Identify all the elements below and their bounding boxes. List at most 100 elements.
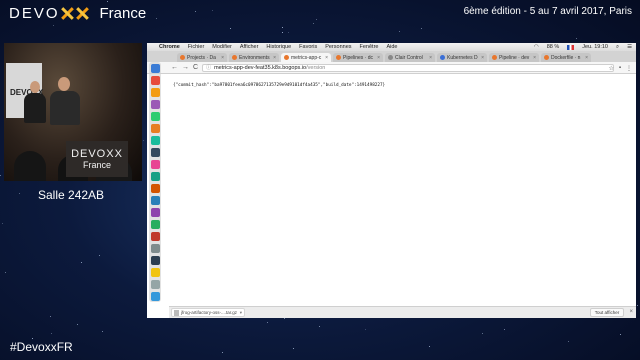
tab-label: Environments <box>239 54 270 61</box>
star-dot <box>316 18 318 20</box>
x-mark-icon <box>61 7 74 20</box>
tab-close-icon[interactable]: × <box>377 55 380 61</box>
tab-close-icon[interactable]: × <box>481 55 484 61</box>
dock-app-icon[interactable] <box>150 220 160 229</box>
search-icon[interactable]: ⌕ <box>616 44 619 51</box>
dock-app-icon[interactable] <box>150 292 160 301</box>
chevron-down-icon[interactable]: ▾ <box>240 310 242 316</box>
menu-historique[interactable]: Historique <box>266 44 291 50</box>
reload-button[interactable]: C <box>193 64 198 71</box>
macos-menubar: Chrome Fichier Modifier Afficher Histori… <box>147 43 636 51</box>
browser-tab[interactable]: Kubernetes D × <box>437 53 487 62</box>
tab-close-icon[interactable]: × <box>585 55 588 61</box>
dock-app-icon[interactable] <box>150 184 160 193</box>
star-dot <box>266 321 268 323</box>
dock-app-icon[interactable] <box>150 196 160 205</box>
browser-tab[interactable]: Environments × <box>229 53 279 62</box>
star-dot <box>293 348 295 350</box>
brand-france-text: France <box>99 4 147 22</box>
star-dot <box>142 140 144 142</box>
dock-app-icon[interactable] <box>150 172 160 181</box>
star-dot <box>76 323 78 325</box>
tab-close-icon[interactable]: × <box>325 55 328 61</box>
tab-label: metrics-app-c <box>291 54 322 61</box>
star-dot <box>319 326 321 328</box>
star-dot <box>98 254 100 256</box>
menu-fichier[interactable]: Fichier <box>188 44 205 50</box>
browser-tab[interactable]: Pipeline · dev × <box>489 53 539 62</box>
clock[interactable]: Jeu. 19:10 <box>582 44 608 50</box>
menu-aide[interactable]: Aide <box>386 44 397 50</box>
browser-tab[interactable]: metrics-app-c × <box>281 53 331 62</box>
devoxx-logo: DEVO France <box>9 4 146 22</box>
close-icon[interactable]: × <box>629 309 633 315</box>
dock-app-icon[interactable] <box>150 160 160 169</box>
tab-label: Kubernetes D <box>447 54 478 61</box>
stage-banner: DEVOXX France <box>66 141 128 177</box>
star-dot <box>0 175 2 177</box>
browser-tab[interactable]: Pipelines · dc × <box>333 53 383 62</box>
tab-close-icon[interactable]: × <box>429 55 432 61</box>
star-dot <box>155 18 157 20</box>
browser-tab[interactable]: Dockerfile · n × <box>541 53 591 62</box>
list-icon[interactable]: ☰ <box>627 44 632 50</box>
dock-app-icon[interactable] <box>150 256 160 265</box>
speaker-1 <box>24 93 46 123</box>
menu-fenetre[interactable]: Fenêtre <box>360 44 379 50</box>
dock-app-icon[interactable] <box>150 124 160 133</box>
downloads-bar: jfrog-artifactory-oss-....tar.gz ▾ Tout … <box>169 306 636 318</box>
laptop-screen: Chrome Fichier Modifier Afficher Histori… <box>147 43 636 318</box>
star-dot <box>2 223 4 225</box>
address-bar[interactable]: ⓘ metrics-app-dev-feat35.k8s.bogops.io/v… <box>202 63 614 72</box>
battery-status[interactable]: 88 % <box>547 44 560 50</box>
tab-close-icon[interactable]: × <box>533 55 536 61</box>
download-item[interactable]: jfrog-artifactory-oss-....tar.gz ▾ <box>171 308 245 317</box>
star-icon[interactable]: ☆ <box>608 65 613 72</box>
star-dot <box>53 24 55 26</box>
menu-chrome[interactable]: Chrome <box>159 44 180 50</box>
menu-favoris[interactable]: Favoris <box>299 44 317 50</box>
menu-kebab-icon[interactable]: ⋮ <box>626 65 632 72</box>
json-response: {"commit_hash":"ba97801feea6c09786271357… <box>173 83 386 88</box>
tab-close-icon[interactable]: × <box>221 55 224 61</box>
dock-app-icon[interactable] <box>150 76 160 85</box>
info-icon[interactable]: ⓘ <box>206 64 211 71</box>
favicon-icon <box>544 55 549 60</box>
extension-icon[interactable]: ▪ <box>619 65 621 71</box>
flag-icon[interactable] <box>567 44 575 50</box>
back-button[interactable]: ← <box>171 64 178 71</box>
dock-app-icon[interactable] <box>150 112 160 121</box>
dock-app-icon[interactable] <box>150 280 160 289</box>
star-dot <box>221 351 223 353</box>
browser-tabstrip: Projects · Da × Environments × metrics-app-c… <box>147 51 636 62</box>
star-dot <box>281 27 283 29</box>
show-all-button[interactable]: Tout afficher <box>590 308 624 317</box>
wifi-icon[interactable]: ◠ <box>534 44 539 50</box>
dock-app-icon[interactable] <box>150 268 160 277</box>
devoxx-wordmark: DEVO <box>9 5 90 22</box>
dock-app-icon[interactable] <box>150 208 160 217</box>
dock-app-icon[interactable] <box>150 148 160 157</box>
forward-button[interactable]: → <box>182 64 189 71</box>
speaker-video: DEVOXX DEVOXX France <box>4 43 142 181</box>
dock-app-icon[interactable] <box>150 136 160 145</box>
menu-modifier[interactable]: Modifier <box>212 44 232 50</box>
tab-label: Pipelines · dc <box>343 54 374 61</box>
browser-tab[interactable]: Projects · Da × <box>177 53 227 62</box>
audience-head <box>14 151 46 181</box>
dock-app-icon[interactable] <box>150 244 160 253</box>
tab-close-icon[interactable]: × <box>273 55 276 61</box>
brand-devo-text: DEVO <box>9 4 60 22</box>
dock-app-icon[interactable] <box>150 88 160 97</box>
tab-label: Dockerfile · n <box>551 54 581 61</box>
favicon-icon <box>336 55 341 60</box>
dock-app-icon[interactable] <box>150 64 160 73</box>
menu-afficher[interactable]: Afficher <box>240 44 259 50</box>
menu-personnes[interactable]: Personnes <box>325 44 351 50</box>
star-dot <box>503 329 505 331</box>
browser-tab[interactable]: Clair Control × <box>385 53 435 62</box>
dock-app-icon[interactable] <box>150 100 160 109</box>
dock-app-icon[interactable] <box>150 232 160 241</box>
browser-toolbar: ← → C ⓘ metrics-app-dev-feat35.k8s.bogop… <box>147 62 636 74</box>
hashtag: #DevoxxFR <box>10 340 73 354</box>
